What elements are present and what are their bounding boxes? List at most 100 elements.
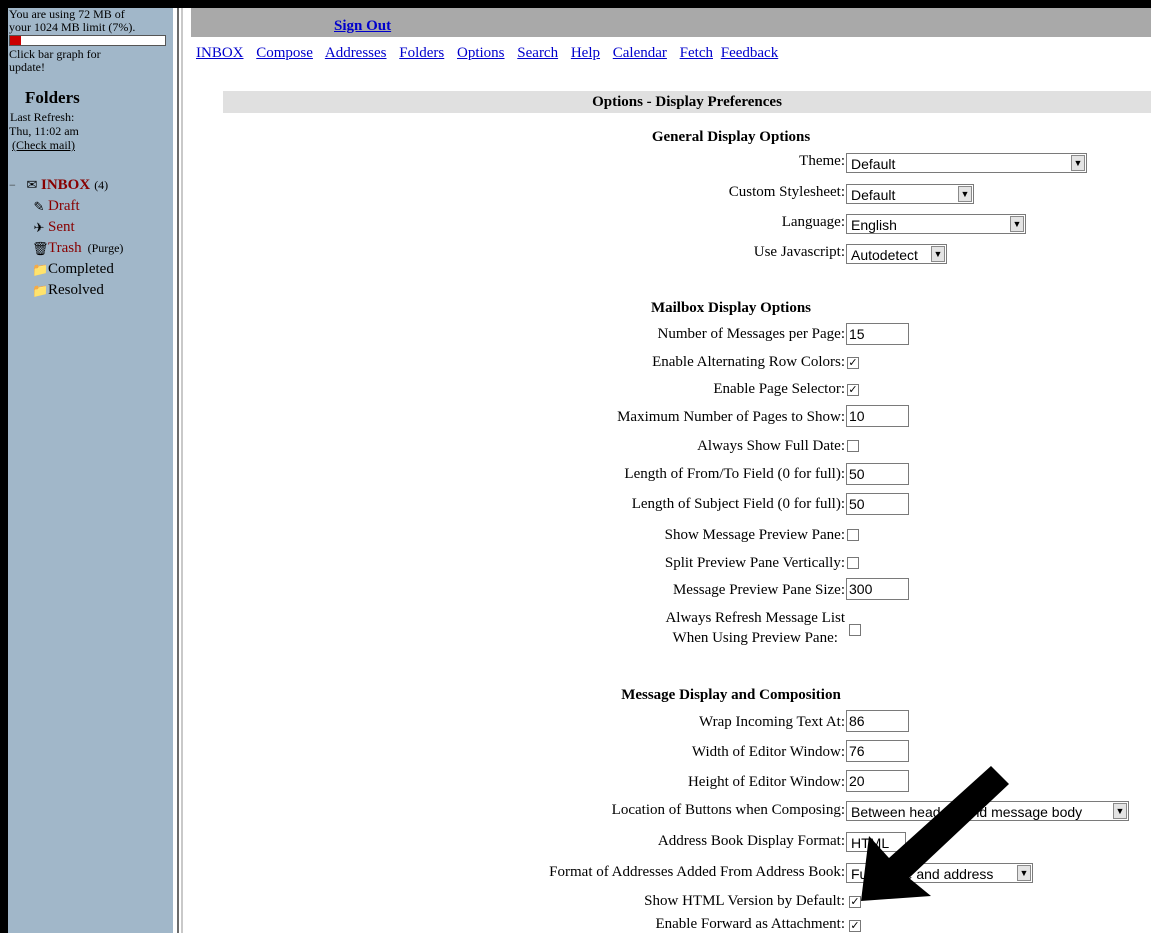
nav-help[interactable]: Help [571, 45, 600, 61]
forward-attach-checkbox[interactable]: ✓ [849, 920, 861, 932]
folder-name[interactable]: Sent [48, 219, 75, 236]
full-date-row: Always Show Full Date: [191, 435, 1151, 463]
sign-out-link[interactable]: Sign Out [334, 18, 391, 35]
collapse-icon[interactable]: − [9, 178, 16, 193]
folder-sent[interactable]: ✈ Sent [8, 217, 173, 238]
forward-attach-label: Enable Forward as Attachment: [655, 916, 845, 932]
unread-count: (4) [94, 177, 109, 192]
language-row: Language: English ▼ [191, 214, 1151, 242]
max-pages-input[interactable]: 10 [846, 405, 909, 427]
folder-resolved[interactable]: 📁 Resolved [8, 280, 173, 301]
nav-options[interactable]: Options [457, 45, 505, 61]
folder-name[interactable]: Completed [48, 261, 114, 278]
wrap-row: Wrap Incoming Text At: 86 [191, 710, 1151, 738]
split-preview-checkbox[interactable] [847, 557, 859, 569]
page-selector-label: Enable Page Selector: [713, 381, 845, 397]
always-refresh-label: Always Refresh Message List When Using P… [665, 608, 845, 648]
subject-length-row: Length of Subject Field (0 for full): 50 [191, 493, 1151, 521]
folder-name[interactable]: Trash [48, 240, 82, 257]
language-select[interactable]: English ▼ [846, 214, 1026, 234]
stylesheet-value: Default [851, 187, 896, 203]
alt-row-colors-label: Enable Alternating Row Colors: [652, 354, 845, 370]
page-title: Options - Display Preferences [223, 91, 1151, 113]
quota-text: You are using 72 MB of your 1024 MB limi… [8, 8, 173, 34]
theme-label: Theme: [799, 153, 845, 169]
folder-completed[interactable]: 📁 Completed [8, 259, 173, 280]
check-mail-link[interactable]: (Check mail) [12, 138, 173, 152]
split-preview-label: Split Preview Pane Vertically: [664, 555, 845, 571]
general-section-title: General Display Options [651, 129, 811, 145]
mailbox-section-title: Mailbox Display Options [650, 300, 812, 316]
main-nav: INBOX Compose Addresses Folders Options … [196, 45, 787, 62]
from-to-length-label: Length of From/To Field (0 for full): [624, 466, 845, 482]
show-html-label: Show HTML Version by Default: [644, 893, 845, 909]
full-date-label: Always Show Full Date: [697, 438, 845, 454]
nav-calendar[interactable]: Calendar [613, 45, 667, 61]
preview-size-input[interactable]: 300 [846, 578, 909, 600]
nav-search[interactable]: Search [517, 45, 558, 61]
sidebar: You are using 72 MB of your 1024 MB limi… [8, 8, 173, 933]
dropdown-arrow-icon[interactable]: ▼ [1113, 803, 1127, 819]
full-date-checkbox[interactable] [847, 440, 859, 452]
theme-select[interactable]: Default ▼ [846, 153, 1087, 173]
javascript-row: Use Javascript: Autodetect ▼ [191, 244, 1151, 272]
editor-height-label: Height of Editor Window: [687, 774, 845, 790]
stylesheet-select[interactable]: Default ▼ [846, 184, 974, 204]
buttons-location-label: Location of Buttons when Composing: [611, 802, 845, 818]
always-refresh-label-line-1: Always Refresh Message List [665, 610, 845, 626]
javascript-value: Autodetect [851, 247, 918, 263]
dropdown-arrow-icon[interactable]: ▼ [1010, 216, 1024, 232]
msgs-per-page-label: Number of Messages per Page: [657, 326, 845, 342]
always-refresh-checkbox[interactable] [849, 624, 861, 636]
purge-link[interactable]: (Purge) [88, 241, 124, 256]
page-selector-row: Enable Page Selector: ✓ [191, 380, 1151, 408]
nav-compose[interactable]: Compose [256, 45, 313, 61]
subject-length-label: Length of Subject Field (0 for full): [631, 496, 845, 512]
from-to-length-input[interactable]: 50 [846, 463, 909, 485]
folders-title: Folders [25, 88, 80, 107]
nav-feedback[interactable]: Feedback [721, 45, 778, 61]
top-bar: Sign Out [191, 8, 1151, 37]
quota-hint-line-2: update! [9, 60, 45, 74]
main-frame: Sign Out INBOX Compose Addresses Folders… [191, 8, 1151, 933]
split-preview-row: Split Preview Pane Vertically: [191, 551, 1151, 579]
forward-attach-row: Enable Forward as Attachment: ✓ [191, 915, 1151, 933]
folder-inbox[interactable]: − ✉ INBOX (4) [8, 174, 173, 196]
subject-length-input[interactable]: 50 [846, 493, 909, 515]
folder-name[interactable]: Resolved [48, 282, 104, 299]
max-pages-label: Maximum Number of Pages to Show: [617, 409, 845, 425]
preview-pane-checkbox[interactable] [847, 529, 859, 541]
editor-width-input[interactable]: 76 [846, 740, 909, 762]
dropdown-arrow-icon[interactable]: ▼ [1071, 155, 1085, 171]
stylesheet-label: Custom Stylesheet: [728, 184, 845, 200]
quota-bar-graph[interactable] [9, 35, 166, 46]
from-to-length-row: Length of From/To Field (0 for full): 50 [191, 463, 1151, 491]
folder-icon: 📁 [32, 282, 49, 298]
wrap-input[interactable]: 86 [846, 710, 909, 732]
dropdown-arrow-icon[interactable]: ▼ [931, 246, 945, 262]
folder-name[interactable]: INBOX [41, 177, 90, 194]
alt-row-colors-row: Enable Alternating Row Colors: ✓ [191, 353, 1151, 381]
nav-fetch[interactable]: Fetch [680, 45, 713, 61]
folder-trash[interactable]: 🗑 Trash (Purge) [8, 238, 173, 259]
folder-icon: 📁 [32, 261, 49, 277]
frame-divider[interactable] [173, 8, 191, 933]
draft-icon: ✎ [33, 198, 45, 214]
folder-draft[interactable]: ✎ Draft [8, 196, 173, 217]
addr-format-label: Address Book Display Format: [657, 833, 845, 849]
language-label: Language: [781, 214, 845, 230]
max-pages-row: Maximum Number of Pages to Show: 10 [191, 405, 1151, 433]
always-refresh-label-line-2: When Using Preview Pane: [672, 630, 838, 646]
message-section-title: Message Display and Composition [621, 687, 841, 703]
alt-row-colors-checkbox[interactable]: ✓ [847, 357, 859, 369]
page-selector-checkbox[interactable]: ✓ [847, 384, 859, 396]
dropdown-arrow-icon[interactable]: ▼ [958, 186, 972, 202]
addr-added-label: Format of Addresses Added From Address B… [549, 864, 845, 880]
language-value: English [851, 217, 897, 233]
nav-inbox[interactable]: INBOX [196, 45, 244, 61]
javascript-select[interactable]: Autodetect ▼ [846, 244, 947, 264]
nav-addresses[interactable]: Addresses [325, 45, 387, 61]
msgs-per-page-input[interactable]: 15 [846, 323, 909, 345]
nav-folders[interactable]: Folders [399, 45, 444, 61]
folder-name[interactable]: Draft [48, 198, 80, 215]
